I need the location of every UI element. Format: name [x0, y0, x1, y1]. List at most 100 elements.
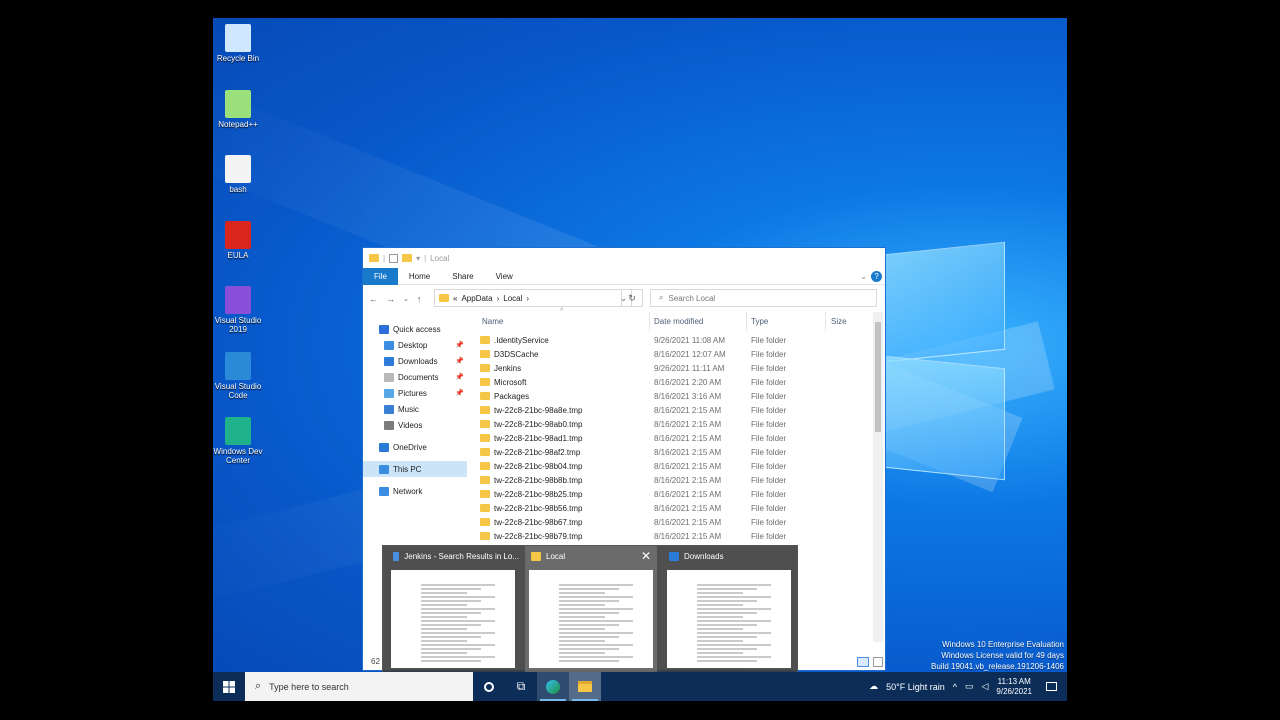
- file-row[interactable]: .IdentityService 9/26/2021 11:08 AM File f…: [480, 333, 875, 347]
- desktop-icon[interactable]: Windows Dev Center: [213, 417, 268, 465]
- column-date-modified[interactable]: Date modified: [654, 317, 751, 326]
- taskbar-search-box[interactable]: ⌕ Type here to search: [245, 672, 473, 701]
- taskbar-search-input[interactable]: Type here to search: [269, 682, 349, 692]
- nav-item-label: Pictures: [398, 388, 427, 398]
- desktop-icon[interactable]: Recycle Bin: [213, 24, 268, 63]
- file-type: File folder: [751, 489, 787, 499]
- file-row[interactable]: tw-22c8-21bc-98af2.tmp 8/16/2021 2:15 AM F…: [480, 445, 875, 459]
- nav-item[interactable]: OneDrive: [363, 439, 467, 455]
- visual-studio-icon: [225, 286, 251, 314]
- show-hidden-icons-icon[interactable]: ^: [953, 682, 957, 692]
- title-bar[interactable]: | ▾ | Local: [363, 248, 885, 268]
- breadcrumb-chevron-icon[interactable]: ›: [497, 294, 500, 303]
- nav-item-label: Music: [398, 404, 419, 414]
- new-folder-icon[interactable]: [402, 254, 413, 262]
- weather-text[interactable]: 50°F Light rain: [886, 682, 945, 692]
- file-row[interactable]: Microsoft 8/16/2021 2:20 AM File folder: [480, 375, 875, 389]
- network-icon[interactable]: ▭: [965, 681, 974, 692]
- search-box[interactable]: ⌕ Search Local: [650, 289, 877, 307]
- qat-dropdown-icon[interactable]: ▾: [416, 254, 420, 263]
- desktop-icon[interactable]: Visual Studio 2019: [213, 286, 268, 334]
- action-center-icon[interactable]: [1046, 682, 1057, 691]
- properties-icon[interactable]: [389, 253, 399, 263]
- close-icon[interactable]: ✕: [641, 549, 651, 563]
- file-row[interactable]: tw-22c8-21bc-98a8e.tmp 8/16/2021 2:15 AM F…: [480, 403, 875, 417]
- file-row[interactable]: tw-22c8-21bc-98ab0.tmp 8/16/2021 2:15 AM F…: [480, 417, 875, 431]
- tab-home[interactable]: Home: [398, 268, 441, 285]
- thumbnail-1[interactable]: Jenkins - Search Results in Lo...: [387, 546, 519, 674]
- nav-item[interactable]: Quick access: [363, 321, 467, 337]
- large-icons-view-icon[interactable]: [873, 657, 883, 667]
- file-row[interactable]: Jenkins 9/26/2021 11:11 AM File folder: [480, 361, 875, 375]
- start-button[interactable]: [213, 672, 245, 701]
- file-row[interactable]: tw-22c8-21bc-98b25.tmp 8/16/2021 2:15 AM F…: [480, 487, 875, 501]
- column-name[interactable]: Name: [480, 317, 654, 326]
- desktop-icon-label: Windows Dev Center: [213, 447, 263, 465]
- volume-icon[interactable]: ◁: [981, 681, 988, 692]
- breadcrumb-chevron-icon[interactable]: ›: [526, 294, 529, 303]
- weather-icon[interactable]: ☁: [869, 681, 878, 692]
- up-icon[interactable]: ↑: [417, 294, 422, 304]
- file-row[interactable]: tw-22c8-21bc-98b8b.tmp 8/16/2021 2:15 AM F…: [480, 473, 875, 487]
- desktop-icon[interactable]: Visual Studio Code: [213, 351, 268, 400]
- recent-locations-icon[interactable]: ⌄: [403, 295, 409, 303]
- forward-icon[interactable]: →: [386, 294, 395, 304]
- task-view-button[interactable]: ⧉: [505, 672, 537, 701]
- file-row[interactable]: tw-22c8-21bc-98b04.tmp 8/16/2021 2:15 AM F…: [480, 459, 875, 473]
- nav-item[interactable]: Videos: [363, 417, 467, 433]
- overflow-chevron-icon[interactable]: «: [453, 294, 457, 303]
- file-row[interactable]: D3DSCache 8/16/2021 12:07 AM File folder: [480, 347, 875, 361]
- taskbar-file-explorer[interactable]: [569, 672, 601, 701]
- tab-file[interactable]: File: [363, 267, 398, 285]
- nav-item[interactable]: Music: [363, 401, 467, 417]
- taskbar-thumbnail-previews: Jenkins - Search Results in Lo... Local ✕ D…: [382, 545, 798, 674]
- scrollbar-thumb[interactable]: [875, 322, 881, 432]
- nav-item[interactable]: Documents 📌: [363, 369, 467, 385]
- desktop-icon-label: Notepad++: [218, 119, 258, 129]
- cortana-button[interactable]: [473, 672, 505, 701]
- expand-ribbon-icon[interactable]: ⌄: [860, 272, 867, 281]
- file-date: 8/16/2021 2:20 AM: [654, 377, 722, 387]
- nav-item[interactable]: Desktop 📌: [363, 337, 467, 353]
- file-row[interactable]: Packages 8/16/2021 3:16 AM File folder: [480, 389, 875, 403]
- vertical-scrollbar[interactable]: [873, 312, 883, 642]
- breadcrumb-item[interactable]: AppData: [461, 294, 492, 303]
- column-type[interactable]: Type: [751, 317, 831, 326]
- preview-line: [697, 648, 757, 650]
- file-row[interactable]: tw-22c8-21bc-98b79.tmp 8/16/2021 2:15 AM F…: [480, 529, 875, 543]
- preview-line: [421, 648, 481, 650]
- nav-item[interactable]: This PC: [363, 461, 467, 477]
- desktop-icon[interactable]: bash: [213, 155, 268, 194]
- desktop-icon[interactable]: EULA: [213, 220, 268, 260]
- breadcrumb-item[interactable]: Local: [503, 294, 522, 303]
- tab-view[interactable]: View: [485, 268, 524, 285]
- file-row[interactable]: tw-22c8-21bc-98b56.tmp 8/16/2021 2:15 AM F…: [480, 501, 875, 515]
- nav-item[interactable]: Network: [363, 483, 467, 499]
- details-view-icon[interactable]: [857, 657, 869, 667]
- search-icon: ⌕: [255, 680, 262, 692]
- file-row[interactable]: tw-22c8-21bc-98b67.tmp 8/16/2021 2:15 AM F…: [480, 515, 875, 529]
- preview-line: [697, 656, 771, 658]
- thumbnail-3[interactable]: Downloads: [663, 546, 795, 674]
- nav-item[interactable]: Downloads 📌: [363, 353, 467, 369]
- address-bar[interactable]: « AppData › Local › ⌄: [434, 289, 632, 307]
- preview-line: [559, 616, 605, 618]
- documents-icon: [384, 372, 394, 382]
- nav-item-label: Videos: [398, 420, 423, 430]
- nav-item[interactable]: Pictures 📌: [363, 385, 467, 401]
- desktop-icon[interactable]: Notepad++: [213, 89, 268, 129]
- help-icon[interactable]: ?: [871, 271, 882, 282]
- clock[interactable]: 11:13 AM 9/26/2021: [996, 677, 1032, 697]
- preview-line: [559, 660, 619, 662]
- thumbnail-2[interactable]: Local ✕: [525, 546, 657, 674]
- tab-share[interactable]: Share: [441, 268, 484, 285]
- taskbar-edge[interactable]: [537, 672, 569, 701]
- column-size[interactable]: Size: [831, 317, 847, 326]
- back-icon[interactable]: ←: [369, 294, 378, 304]
- star-icon: [379, 324, 389, 334]
- music-icon: [384, 404, 394, 414]
- folder-icon: [480, 462, 490, 470]
- search-input[interactable]: Search Local: [668, 294, 715, 303]
- refresh-icon[interactable]: ↻: [621, 289, 643, 307]
- file-row[interactable]: tw-22c8-21bc-98ad1.tmp 8/16/2021 2:15 AM F…: [480, 431, 875, 445]
